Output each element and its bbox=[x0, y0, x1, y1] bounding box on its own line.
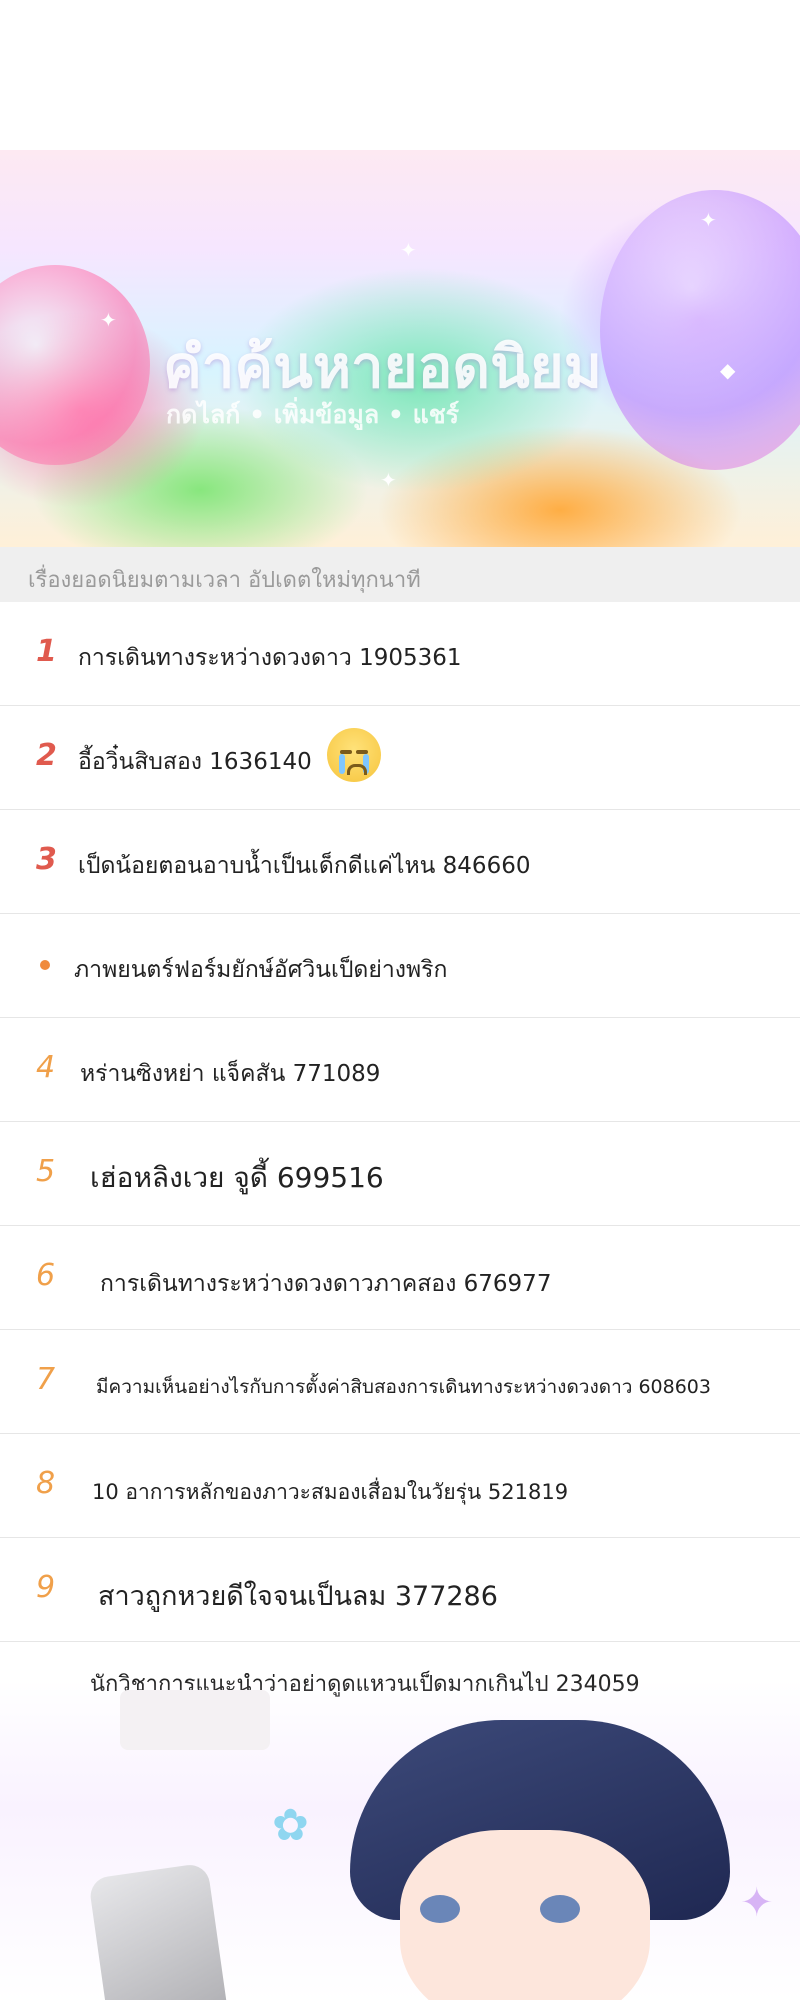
trending-title[interactable]: มีความเห็นอย่างไรกับการตั้งค่าสิบสองการเ… bbox=[96, 1372, 711, 1402]
sparkle-icon: ✦ bbox=[740, 1880, 774, 1926]
top-blank-area bbox=[0, 0, 800, 150]
phone-illustration bbox=[88, 1862, 232, 2000]
illustration-panel: ✿ ✦ ✧ ✦ bbox=[0, 1680, 800, 2000]
trending-list: 1 การเดินทางระหว่างดวงดาว 1905361 2 อี้อ… bbox=[0, 602, 800, 1745]
trending-item[interactable]: 5 เฮ่อหลิงเวย จูดี้ 699516 bbox=[0, 1122, 800, 1226]
trending-title[interactable]: หร่านซิงหย่า แจ็คสัน 771089 bbox=[80, 1056, 380, 1092]
character-eye bbox=[540, 1895, 580, 1923]
rank-number: 6 bbox=[36, 1258, 56, 1293]
sparkle-icon: ◆ bbox=[720, 358, 736, 382]
trending-item[interactable]: 9 สาวถูกหวยดีใจจนเป็นลม 377286 bbox=[0, 1538, 800, 1642]
trending-title[interactable]: การเดินทางระหว่างดวงดาว 1905361 bbox=[78, 640, 462, 676]
dot-icon bbox=[40, 960, 50, 970]
hero-banner: ✦ ✦ ✦ ✦ ◆ คำค้นหายอดนิยม กดไลก์ • เพิ่มข… bbox=[0, 150, 800, 547]
trending-item[interactable]: 4 หร่านซิงหย่า แจ็คสัน 771089 bbox=[0, 1018, 800, 1122]
trending-item[interactable]: 1 การเดินทางระหว่างดวงดาว 1905361 bbox=[0, 602, 800, 706]
crying-emoji-icon bbox=[327, 728, 381, 782]
partial-card bbox=[120, 1690, 270, 1750]
rank-number: 5 bbox=[36, 1154, 56, 1189]
trending-title[interactable]: สาวถูกหวยดีใจจนเป็นลม 377286 bbox=[98, 1574, 498, 1617]
sparkle-icon: ✦ bbox=[700, 208, 717, 232]
flower-icon: ✿ bbox=[272, 1800, 309, 1851]
trending-title[interactable]: การเดินทางระหว่างดวงดาวภาคสอง 676977 bbox=[100, 1266, 551, 1302]
trending-item[interactable]: 8 10 อาการหลักของภาวะสมองเสื่อมในวัยรุ่น… bbox=[0, 1434, 800, 1538]
trending-item[interactable]: ภาพยนตร์ฟอร์มยักษ์อัศวินเป็ดย่างพริก bbox=[0, 914, 800, 1018]
trending-title[interactable]: ภาพยนตร์ฟอร์มยักษ์อัศวินเป็ดย่างพริก bbox=[74, 952, 447, 988]
rank-number: 3 bbox=[36, 842, 57, 877]
character-eye bbox=[420, 1895, 460, 1923]
trending-title[interactable]: 10 อาการหลักของภาวะสมองเสื่อมในวัยรุ่น 5… bbox=[92, 1476, 568, 1509]
bubble-decoration-left bbox=[0, 265, 150, 465]
trending-item[interactable]: 2 อี้อวิ๋นสิบสอง 1636140 bbox=[0, 706, 800, 810]
section-header: เรื่องยอดนิยมตามเวลา อัปเดตใหม่ทุกนาที bbox=[0, 547, 800, 602]
sparkle-icon: ✦ bbox=[400, 238, 417, 262]
trending-title[interactable]: อี้อวิ๋นสิบสอง 1636140 bbox=[78, 744, 312, 780]
rank-number: 4 bbox=[36, 1050, 56, 1085]
sparkle-icon: ✦ bbox=[100, 308, 117, 332]
trending-title[interactable]: เฮ่อหลิงเวย จูดี้ 699516 bbox=[90, 1156, 384, 1200]
rank-number: 2 bbox=[36, 738, 57, 773]
trending-item[interactable]: 7 มีความเห็นอย่างไรกับการตั้งค่าสิบสองกา… bbox=[0, 1330, 800, 1434]
rank-number: 7 bbox=[36, 1362, 56, 1397]
trending-item[interactable]: 6 การเดินทางระหว่างดวงดาวภาคสอง 676977 bbox=[0, 1226, 800, 1330]
banner-subtitle: กดไลก์ • เพิ่มข้อมูล • แชร์ bbox=[166, 400, 460, 429]
trending-title[interactable]: เป็ดน้อยตอนอาบน้ำเป็นเด็กดีแค่ไหน 846660 bbox=[78, 848, 530, 884]
rank-number: 8 bbox=[36, 1466, 56, 1501]
rank-number: 9 bbox=[36, 1570, 56, 1605]
trending-item[interactable]: 3 เป็ดน้อยตอนอาบน้ำเป็นเด็กดีแค่ไหน 8466… bbox=[0, 810, 800, 914]
rank-number: 1 bbox=[36, 634, 57, 669]
sparkle-icon: ✦ bbox=[380, 468, 397, 492]
bubble-decoration-right bbox=[600, 190, 800, 470]
section-header-label: เรื่องยอดนิยมตามเวลา อัปเดตใหม่ทุกนาที bbox=[28, 568, 421, 593]
